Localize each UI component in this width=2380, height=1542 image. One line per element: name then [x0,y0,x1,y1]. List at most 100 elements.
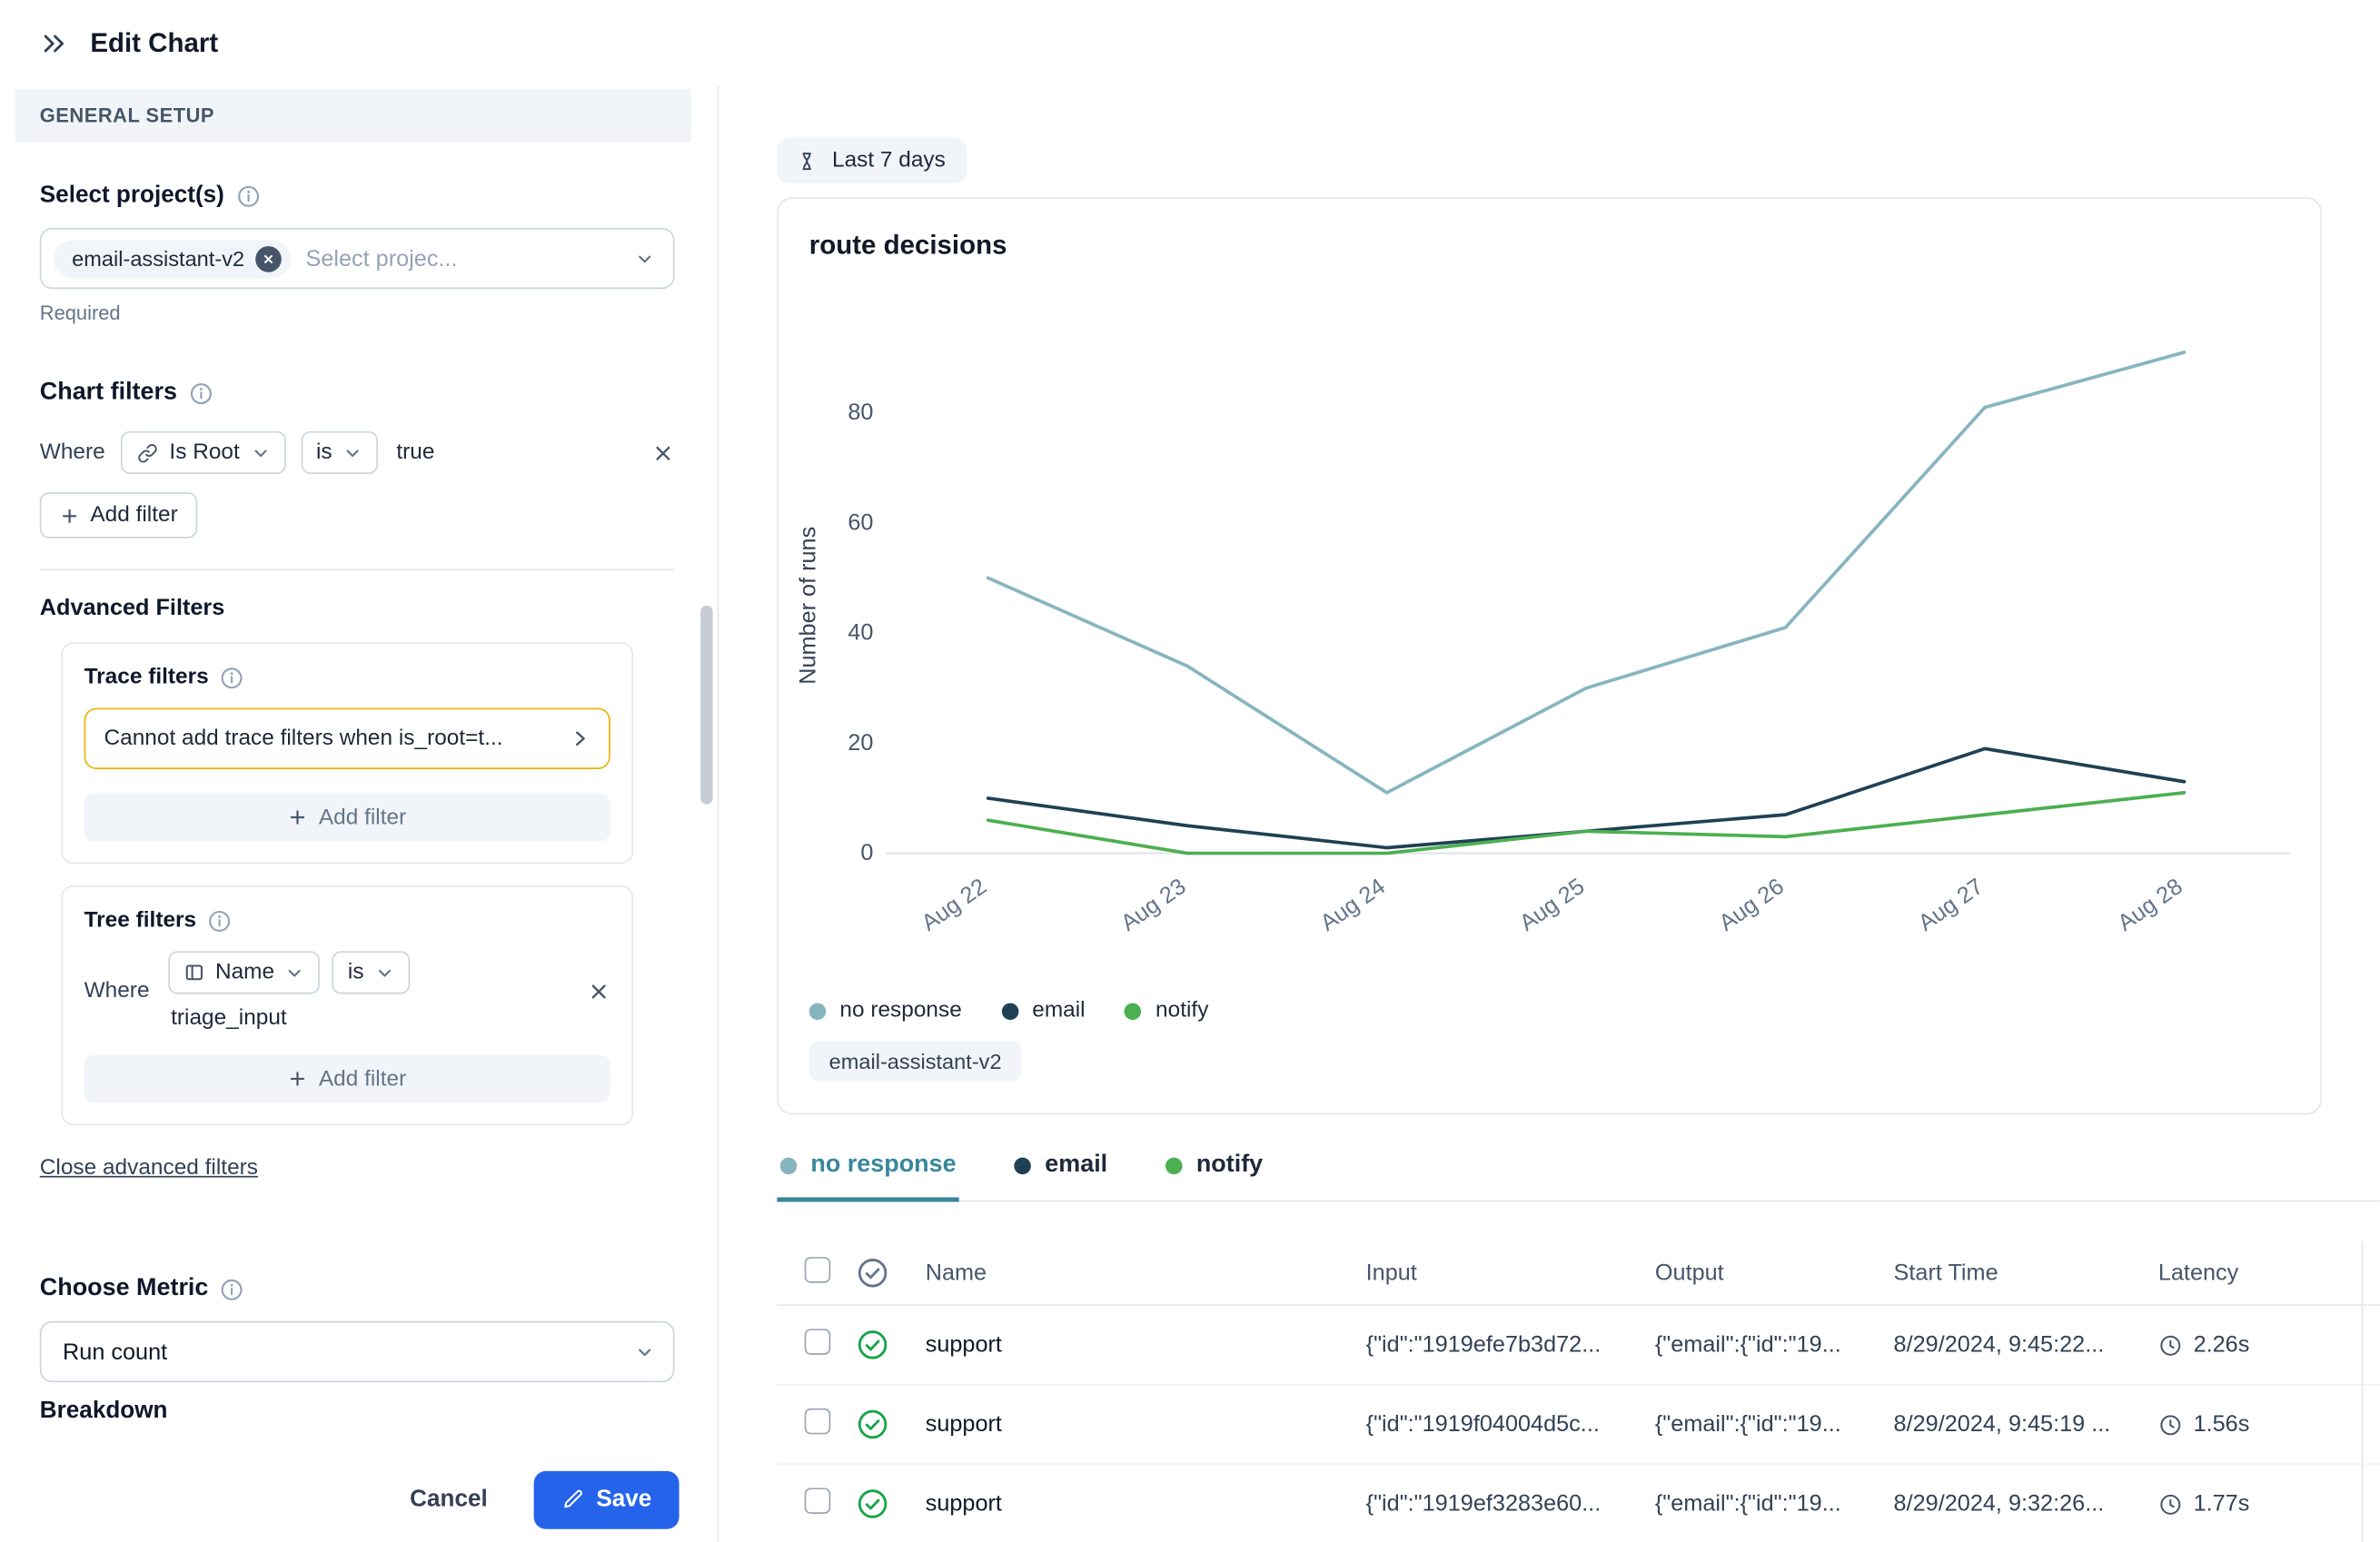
add-filter-label: Add filter [90,503,177,528]
table-body: support{"id":"1919efe7b3d72...{"email":{… [777,1306,2380,1542]
filter-field-select[interactable]: Is Root [121,431,286,474]
plus-icon [288,807,308,827]
legend-label: notify [1155,999,1208,1023]
chevron-down-icon [251,442,271,462]
tab-label: no response [810,1152,956,1179]
runs-table: Name Input Output Start Time Latency sup… [777,1241,2380,1542]
tree-filters-label: Tree filters [84,908,196,933]
cell-name: support [926,1491,1366,1517]
row-checkbox[interactable] [805,1329,831,1355]
chevron-right-icon [569,727,590,749]
chart-filters-label: Chart filters [40,380,177,407]
legend-dot [809,1003,827,1020]
section-header: GENERAL SETUP [15,89,691,143]
chevron-down-icon [635,1342,655,1362]
info-icon [209,909,232,932]
info-icon [221,1278,243,1300]
project-tag: email-assistant-v2 [809,1042,1022,1082]
divider [40,568,675,570]
select-projects-label: Select project(s) [40,182,224,209]
table-header: Name Input Output Start Time Latency [777,1241,2380,1306]
project-chip: email-assistant-v2 [54,240,291,278]
legend-item: notify [1125,999,1208,1023]
choose-metric-label: Choose Metric [40,1275,209,1302]
add-tree-filter-button[interactable]: Add filter [84,1055,610,1102]
add-trace-filter-button[interactable]: Add filter [84,794,610,841]
table-row[interactable]: support{"id":"1919efe7b3d72...{"email":{… [777,1306,2380,1386]
cancel-button[interactable]: Cancel [410,1486,488,1513]
cell-latency: 1.77s [2158,1465,2364,1542]
table-row[interactable]: support{"id":"1919f04004d5c...{"email":{… [777,1386,2380,1466]
tree-operator-select[interactable]: is [332,951,410,993]
remove-tree-filter-icon[interactable] [588,979,610,1002]
tab-no-response[interactable]: no response [777,1152,959,1202]
column-header-latency: Latency [2158,1241,2364,1304]
tab-label: notify [1196,1152,1263,1179]
filter-operator-value: is [316,440,332,465]
chevron-down-icon [342,442,362,462]
legend-dot [1002,1003,1019,1020]
remove-filter-icon[interactable] [651,441,674,464]
svg-text:40: 40 [848,620,873,646]
svg-text:Aug 27: Aug 27 [1914,874,1988,936]
tab-label: email [1045,1152,1107,1179]
svg-text:Aug 28: Aug 28 [2113,874,2187,936]
advanced-filters-title: Advanced Filters [40,595,675,621]
select-all-checkbox[interactable] [805,1257,831,1283]
project-chip-label: email-assistant-v2 [72,246,244,271]
svg-text:Aug 23: Aug 23 [1116,874,1191,936]
add-filter-label: Add filter [319,1066,406,1091]
remove-project-icon[interactable] [255,245,282,272]
latency-value: 1.77s [2194,1491,2250,1517]
save-button[interactable]: Save [533,1470,679,1528]
close-advanced-filters-link[interactable]: Close advanced filters [40,1156,258,1181]
legend-dot [1125,1003,1142,1020]
save-label: Save [596,1486,651,1513]
general-setup-panel: GENERAL SETUP Select project(s) email-as… [0,85,719,1542]
table-row[interactable]: support{"id":"1919ef3283e60...{"email":{… [777,1465,2380,1542]
legend-item: no response [809,999,962,1023]
collapse-panel-icon[interactable] [40,28,69,57]
cell-latency: 1.56s [2158,1386,2364,1464]
success-status-icon [850,1409,926,1440]
trace-filters-warning[interactable]: Cannot add trace filters when is_root=t.… [84,708,610,769]
row-checkbox[interactable] [805,1488,831,1514]
tree-field-select[interactable]: Name [168,951,321,993]
row-checkbox[interactable] [805,1409,831,1435]
svg-text:Aug 22: Aug 22 [917,874,992,936]
filter-value: true [396,440,434,465]
clock-icon [2158,1492,2183,1517]
legend-item: email [1002,999,1086,1023]
add-filter-button[interactable]: Add filter [40,492,198,539]
clock-icon [2158,1332,2183,1357]
breakdown-label: Breakdown [40,1398,675,1425]
tab-notify[interactable]: notify [1163,1152,1266,1202]
filter-operator-select[interactable]: is [301,431,378,474]
legend-label: email [1032,999,1085,1023]
cell-start-time: 8/29/2024, 9:32:26... [1894,1491,2158,1517]
trace-filters-box: Trace filters Cannot add trace filters w… [61,642,633,864]
svg-text:Number of runs: Number of runs [795,527,820,685]
tree-filters-box: Tree filters Where Name [61,885,633,1125]
time-range-chip[interactable]: Last 7 days [777,138,967,184]
cell-output: {"email":{"id":"19... [1655,1332,1894,1359]
top-bar: Edit Chart [0,0,2380,85]
cell-start-time: 8/29/2024, 9:45:19 ... [1894,1411,2158,1438]
scrollbar[interactable] [700,606,712,805]
svg-text:0: 0 [860,840,873,865]
project-select-placeholder: Select projec... [305,245,619,272]
project-select[interactable]: email-assistant-v2 Select projec... [40,228,675,289]
series-dot [1015,1157,1032,1174]
info-icon [189,381,212,404]
metric-select-value: Run count [54,1339,620,1365]
metric-select[interactable]: Run count [40,1321,675,1382]
chevron-down-icon [285,963,305,983]
tree-filter-value[interactable]: triage_input [168,1006,410,1031]
trace-filters-label: Trace filters [84,665,209,689]
svg-text:60: 60 [848,509,873,535]
clock-icon [2158,1412,2183,1437]
tab-email[interactable]: email [1011,1152,1110,1202]
latency-value: 1.56s [2194,1411,2250,1438]
column-header-name: Name [926,1260,1366,1286]
edit-chart-panel: Edit Chart GENERAL SETUP Select project(… [0,0,2380,1542]
